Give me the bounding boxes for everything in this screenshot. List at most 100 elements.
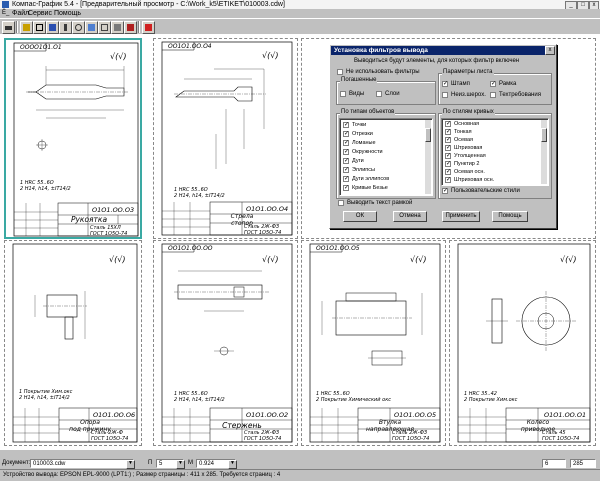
menu-help[interactable]: Помощь (54, 9, 81, 18)
sheet-notes: 1 НRC 55..6О 2 Н14, h14, ±IT14/2 (174, 187, 225, 199)
list-item-checkbox[interactable]: ✓ (445, 153, 451, 159)
sheet-params-group (438, 73, 552, 105)
output-filter-dialog: Установка фильтров вывода x Выводиться б… (329, 44, 557, 229)
sheet-notes: 1 НRC 55..6О 2 Н14, h14, ±IT14/2 (174, 391, 225, 403)
sheet-page[interactable]: ОО1О1.ОО.О4 √(√) 1 НRC 55..6О 2 Н14, h14,… (153, 38, 298, 239)
copies-field[interactable]: 6 (542, 459, 566, 468)
settings-icon (114, 24, 121, 31)
help-button[interactable]: Помощь (492, 211, 528, 222)
list-item-checkbox[interactable]: ✓ (343, 131, 349, 137)
list-item-checkbox[interactable]: ✓ (343, 176, 349, 182)
move-button[interactable] (59, 21, 72, 34)
list-item-checkbox[interactable]: ✓ (445, 121, 451, 127)
grid-button[interactable] (98, 21, 111, 34)
sheet-top-code: ОООО1О1.О1 (20, 44, 62, 51)
close-preview-icon (145, 24, 152, 31)
sheet-page[interactable]: √(√) 1 НRC 35..42 2 Покрытие Хим.окс О1О1… (449, 240, 596, 446)
sheet-material: Сталь 2Ж-Ф ГОСТ 1О5О-74 (91, 430, 129, 442)
document-value: 010003.cdw (33, 461, 66, 467)
scale-icon (49, 24, 56, 31)
list-item-checkbox[interactable]: ✓ (343, 140, 349, 146)
list-item-checkbox[interactable]: ✓ (445, 161, 451, 167)
rotate-button[interactable] (72, 21, 85, 34)
print-frame-text-checkbox[interactable] (338, 200, 344, 206)
zoom-label: М (188, 460, 193, 466)
list-item-checkbox[interactable]: ✓ (343, 158, 349, 164)
print-button[interactable] (2, 21, 15, 34)
sheets-button[interactable] (85, 21, 98, 34)
sheet-notes: 1 НRC 55..6О 2 Н14, h14, ±IT14/2 (20, 180, 71, 192)
no-filters-checkbox[interactable] (337, 69, 343, 75)
line-styles-scrollbar[interactable] (541, 120, 547, 184)
frame-checkbox[interactable]: ✓ (490, 81, 496, 87)
object-types-list[interactable]: ✓ Точки ✓ Отрезки ✓ Ломаные ✓ Окружности ✓ Ду… (339, 118, 433, 196)
list-item-checkbox[interactable]: ✓ (445, 129, 451, 135)
dialog-close-button[interactable]: x (545, 46, 555, 55)
list-item-checkbox[interactable]: ✓ (343, 185, 349, 191)
list-item-checkbox[interactable]: ✓ (343, 167, 349, 173)
unspecified-roughness-checkbox[interactable] (442, 92, 448, 98)
extra-field[interactable]: 285 (570, 459, 596, 468)
list-item-checkbox[interactable]: ✓ (445, 145, 451, 151)
fit-button[interactable] (33, 21, 46, 34)
tech-requirements-label: Техтребования (499, 92, 541, 98)
menu-service[interactable]: Сервис (28, 9, 52, 18)
print-icon (5, 26, 12, 30)
list-item-checkbox[interactable]: ✓ (445, 169, 451, 175)
layout-button[interactable] (124, 21, 137, 34)
move-icon (64, 24, 67, 31)
document-select[interactable]: 010003.cdw (30, 459, 134, 468)
sheet-page[interactable]: ОО1О1.ОО.О5 √(√) 1 НRC 55..6О 2 Покрытие … (301, 240, 446, 446)
user-styles-checkbox[interactable]: ✓ (442, 188, 448, 194)
scrollbar-thumb[interactable] (541, 128, 547, 142)
sheet-part-name: Стержень (222, 421, 262, 430)
no-filters-label: Не использовать фильтры (346, 69, 420, 75)
sheet-top-code: ОО1О1.ОО.О4 (168, 43, 212, 50)
open-button[interactable] (20, 21, 33, 34)
stamp-checkbox[interactable]: ✓ (442, 81, 448, 87)
fit-icon (36, 24, 43, 31)
app-icon (2, 1, 9, 8)
toolbar-separator (16, 21, 18, 33)
hidden-elements-group-label: Погашенные (340, 77, 378, 84)
object-types-group-label: По типам объектов (340, 109, 396, 116)
cancel-button[interactable]: Отмена (393, 211, 427, 222)
sheet-code: О1О1.ОО.О2 (246, 411, 289, 419)
list-item-checkbox[interactable]: ✓ (343, 149, 349, 155)
sheet-page[interactable]: ОООО1О1.О1 √(√) 1 НRC 55..6О 2 Н14, h14, … (4, 38, 142, 239)
zoom-dropdown-icon[interactable]: ▼ (228, 460, 237, 469)
list-item-checkbox[interactable]: ✓ (343, 122, 349, 128)
list-item-checkbox[interactable]: ✓ (445, 137, 451, 143)
sheet-params-group-label: Параметры листа (442, 69, 494, 76)
document-dropdown-icon[interactable]: ▼ (126, 460, 135, 469)
list-item-checkbox[interactable]: ✓ (445, 177, 451, 183)
apply-button[interactable]: Применить (442, 211, 480, 222)
scale-button[interactable] (46, 21, 59, 34)
document-bar: Документ: 010003.cdw ▼ П 5 ▼ М 0.924 ▼ 6… (0, 458, 600, 469)
roughness-symbol: √(√) (109, 255, 126, 264)
line-styles-list[interactable]: ✓ Основная ✓ Тонкая ✓ Осевая ✓ Штриховая ✓ Ут… (441, 118, 549, 186)
roughness-symbol: √(√) (262, 51, 279, 60)
layers-checkbox[interactable] (376, 91, 382, 97)
views-checkbox[interactable] (340, 91, 346, 97)
menu-file[interactable]: Файл (12, 9, 29, 18)
settings-button[interactable] (111, 21, 124, 34)
page-stepper-icon[interactable]: ▼ (176, 460, 185, 469)
scrollbar-thumb[interactable] (425, 128, 431, 142)
sheet-page[interactable]: √(√) 1 Покрытие Хим.окс 2 Н14, h14, ±IT14… (4, 240, 142, 446)
sheets-icon (88, 24, 95, 31)
views-label: Виды (349, 91, 365, 97)
close-preview-button[interactable] (142, 21, 155, 34)
user-styles-label: Пользовательские стили (451, 188, 520, 194)
object-types-scrollbar[interactable] (425, 120, 431, 194)
line-styles-group-label: По стилям кривых (442, 109, 495, 116)
sheet-notes: 1 Покрытие Хим.окс 2 Н14, h14, ±IT14/2 (19, 389, 73, 401)
sheet-page[interactable]: ОО1О1.ОО.ОО √(√) 1 НRC 55..6О 2 Н14, h14,… (153, 240, 298, 446)
tech-requirements-checkbox[interactable] (490, 92, 496, 98)
menu-bar: Ё_ Файл Сервис Помощь (0, 9, 600, 18)
ok-button[interactable]: ОК (343, 211, 377, 222)
zoom-value: 0.924 (199, 461, 215, 467)
status-text: Устройство вывода: EPSON EPL-9000 (LPT1:… (3, 472, 281, 478)
sheet-notes: 1 НRC 35..42 2 Покрытие Хим.окс (464, 391, 518, 403)
menu-system-icon[interactable]: Ё_ (2, 9, 9, 18)
